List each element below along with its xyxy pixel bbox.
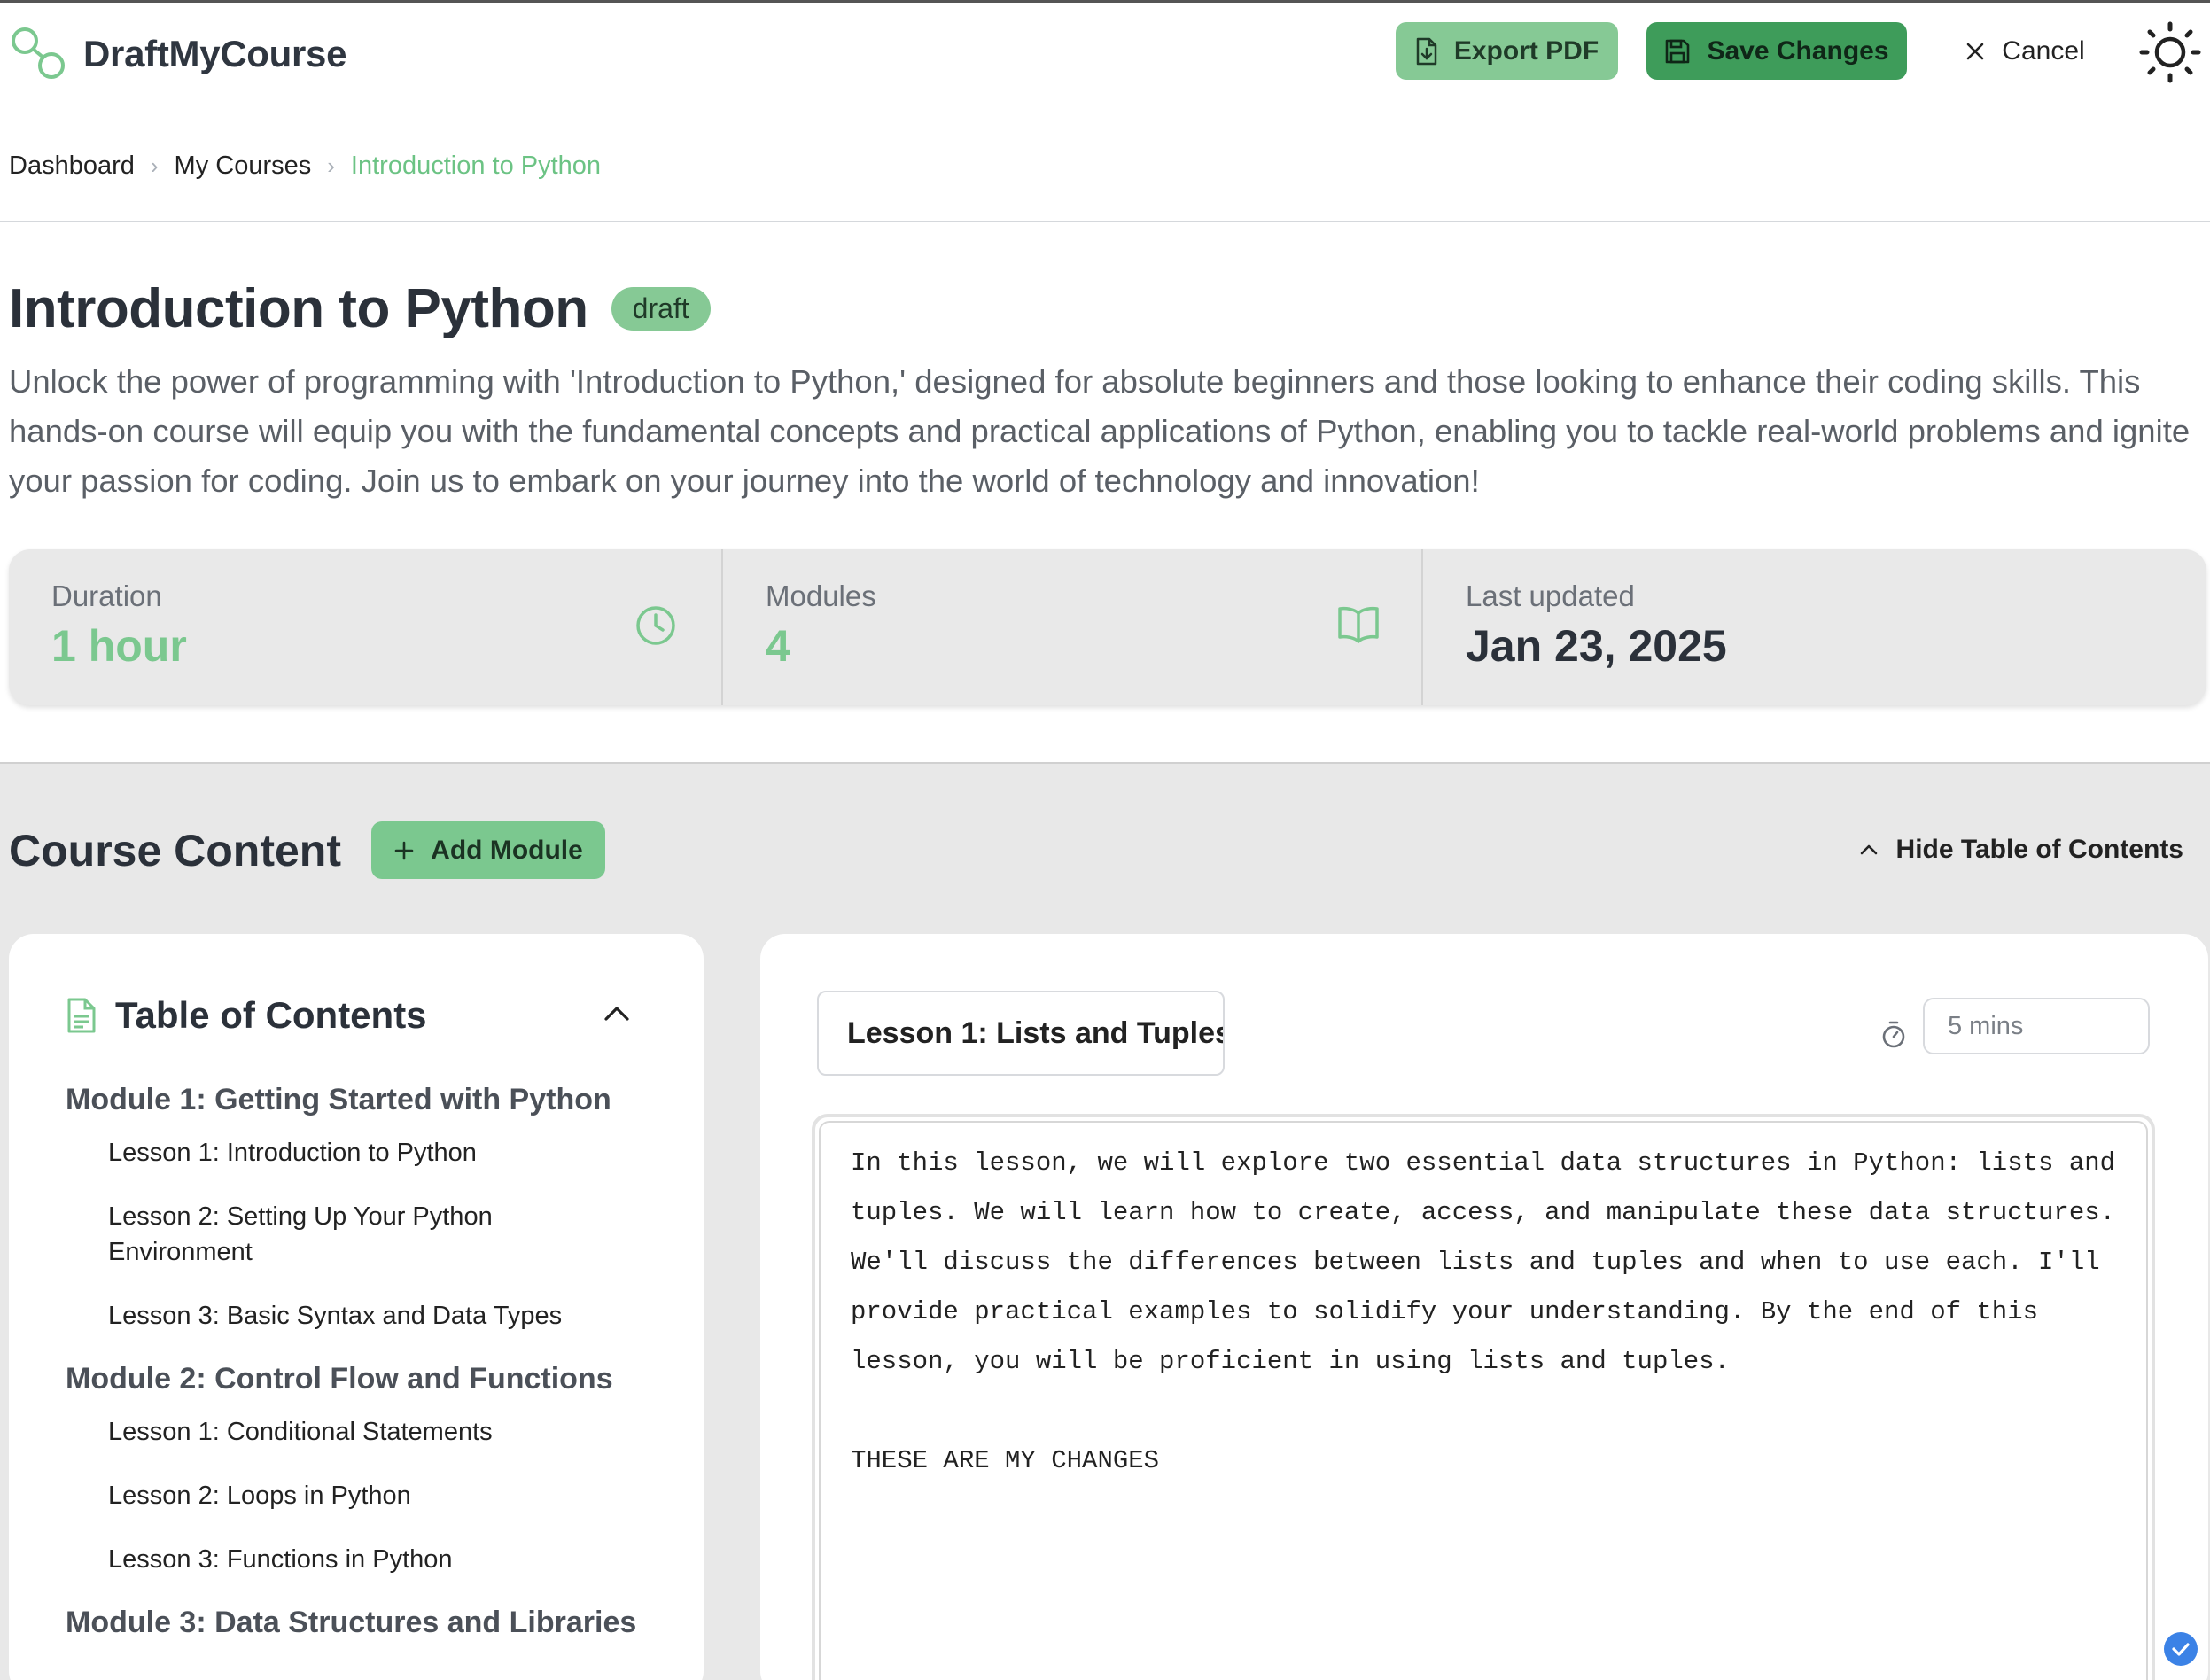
course-content-title: Course Content [9,825,341,875]
toc-lesson[interactable]: Lesson 1: Introduction to Python [66,1135,668,1171]
lesson-duration-input[interactable]: 5 mins [1923,998,2150,1054]
save-changes-label: Save Changes [1707,35,1889,66]
chevron-up-icon [1860,844,1877,855]
chevron-right-icon: › [327,152,335,179]
export-pdf-label: Export PDF [1453,35,1599,66]
page-title: Introduction to Python [9,278,588,339]
stat-last-updated: Last updated Jan 23, 2025 [1421,549,2206,705]
breadcrumb-dashboard[interactable]: Dashboard [9,152,135,181]
save-changes-button[interactable]: Save Changes [1646,22,1907,80]
export-icon [1416,37,1437,65]
app-name: DraftMyCourse [83,33,347,74]
lesson-body-editor[interactable]: In this lesson, we will explore two esse… [812,1114,2198,1680]
chevron-right-icon: › [150,152,159,179]
breadcrumb-my-courses[interactable]: My Courses [175,152,312,181]
hide-toc-label: Hide Table of Contents [1895,835,2183,864]
stat-updated-label: Last updated [1466,579,1635,612]
hide-toc-button[interactable]: Hide Table of Contents [1859,835,2183,865]
add-module-button[interactable]: Add Module [371,821,605,879]
breadcrumb-current: Introduction to Python [350,152,602,180]
document-icon [67,998,96,1033]
toc-module-3[interactable]: Module 3: Data Structures and Libraries [66,1606,668,1640]
save-icon [1666,39,1690,63]
lesson-body-text[interactable]: In this lesson, we will explore two esse… [851,1139,2127,1486]
app-logo[interactable]: DraftMyCourse [9,25,346,83]
cancel-button[interactable]: Cancel [1954,22,2096,80]
stat-duration-value: 1 hour [51,621,187,671]
toc-panel: Table of Contents Module 1: Getting Star… [9,934,704,1680]
course-stats: Duration 1 hour Modules 4 Last updated J… [9,549,2206,705]
toc-lesson[interactable]: Lesson 3: Functions in Python [66,1542,668,1577]
header-divider [0,221,2210,222]
toc-header: Table of Contents [66,994,427,1037]
course-title-row: Introduction to Python draft [9,277,711,340]
sun-icon[interactable] [2138,20,2202,84]
course-content-header: Course Content Add Module [9,821,605,879]
stat-duration: Duration 1 hour [9,549,721,705]
logo-icon [12,27,65,79]
stat-modules-value: 4 [766,621,790,671]
book-icon [1338,606,1379,643]
plus-icon [394,841,414,859]
add-module-label: Add Module [431,835,583,865]
toc-list: Module 1: Getting Started with Python Le… [66,1083,668,1658]
lesson-body-textarea[interactable]: In this lesson, we will explore two esse… [819,1121,2198,1680]
top-bar: DraftMyCourse Export PDF Save Changes Ca… [0,3,2210,100]
toc-lesson[interactable]: Lesson 1: Conditional Statements [66,1414,668,1450]
stat-modules: Modules 4 [721,549,1421,705]
close-icon [1966,43,1984,59]
lesson-editor-panel: Lesson 1: Lists and Tuples 5 mins In thi… [760,934,2208,1680]
course-content-section: Course Content Add Module Hide Table of … [0,762,2210,1680]
toc-module-1[interactable]: Module 1: Getting Started with Python [66,1083,668,1117]
breadcrumb: Dashboard › My Courses › Introduction to… [9,152,601,181]
toc-module-2[interactable]: Module 2: Control Flow and Functions [66,1362,668,1396]
check-icon [2164,1632,2198,1666]
stat-duration-label: Duration [51,579,162,612]
cancel-label: Cancel [2002,35,2085,66]
clock-icon [636,606,675,645]
toc-lesson[interactable]: Lesson 2: Loops in Python [66,1478,668,1513]
timer-icon [1882,1021,1905,1048]
toc-title: Table of Contents [115,994,427,1036]
lesson-title-input[interactable]: Lesson 1: Lists and Tuples [817,991,1225,1076]
course-description: Unlock the power of programming with 'In… [9,363,2191,499]
stat-modules-label: Modules [766,579,876,612]
export-pdf-button[interactable]: Export PDF [1396,22,1618,80]
toc-lesson[interactable]: Lesson 2: Setting Up Your Python Environ… [66,1199,544,1270]
status-badge: draft [611,287,711,331]
chevron-up-icon[interactable] [603,1005,631,1023]
toc-lesson[interactable]: Lesson 3: Basic Syntax and Data Types [66,1298,668,1334]
stat-updated-value: Jan 23, 2025 [1466,621,1727,671]
